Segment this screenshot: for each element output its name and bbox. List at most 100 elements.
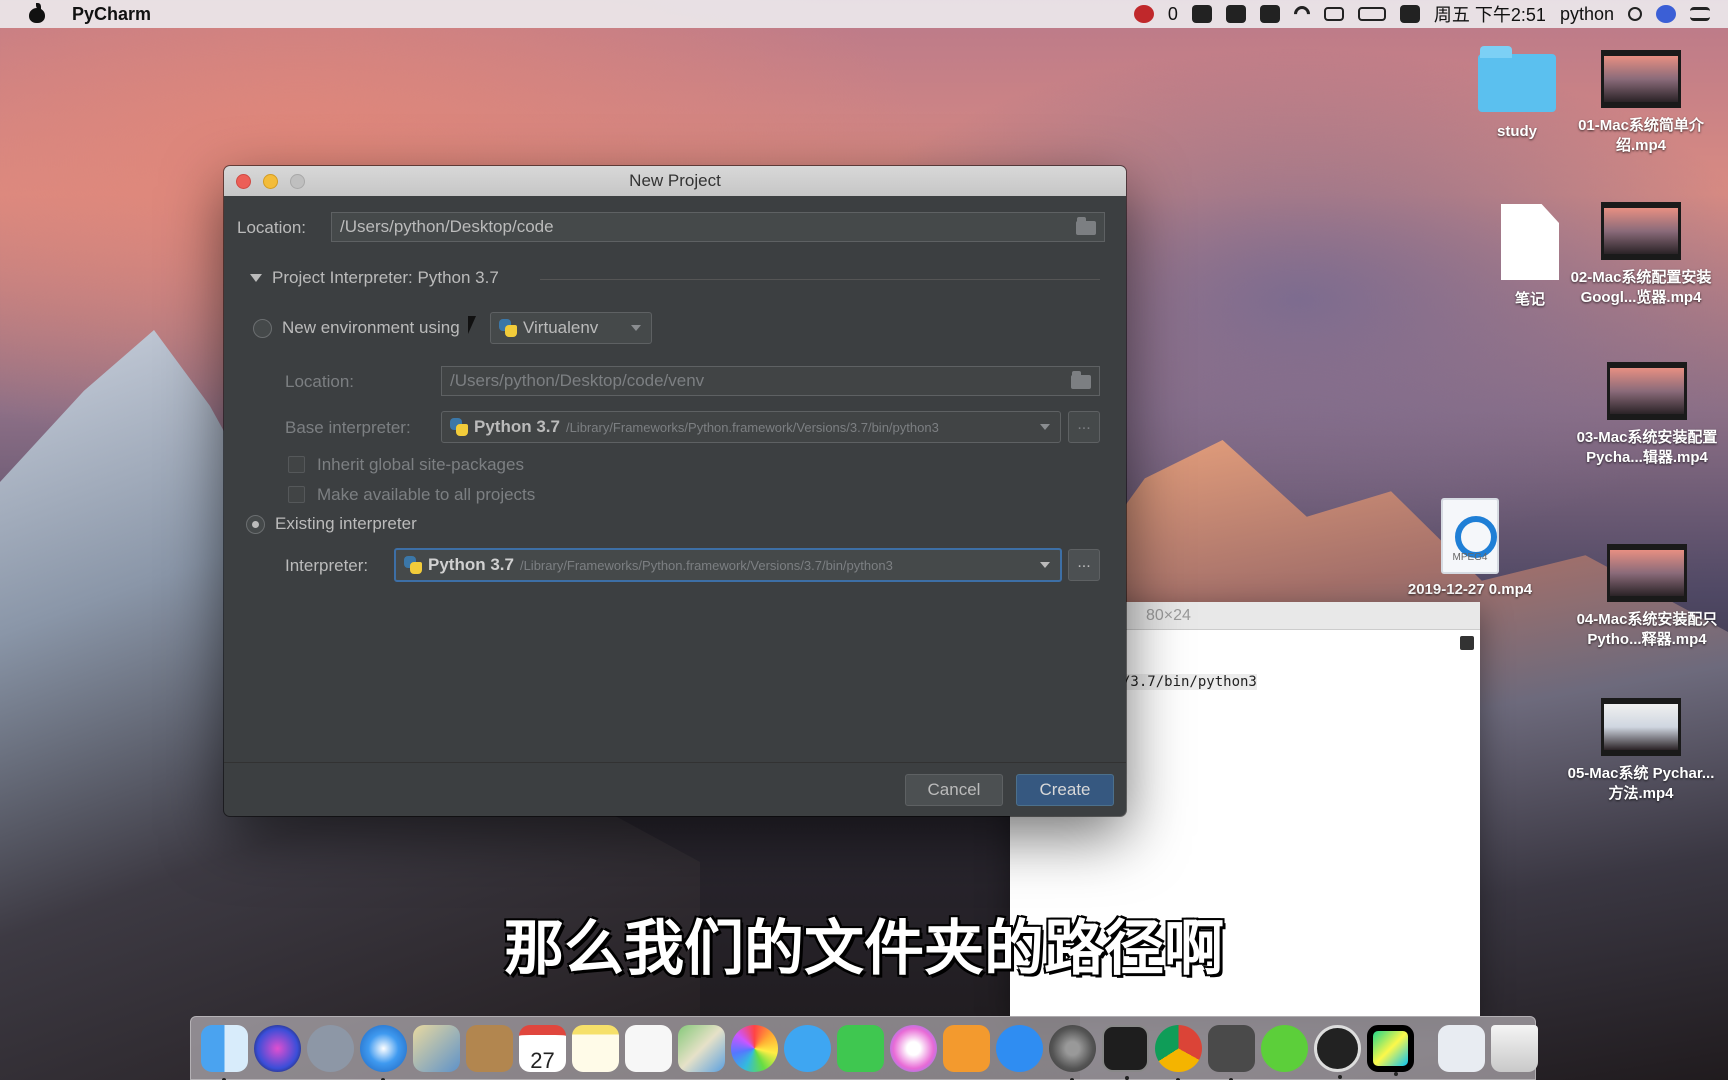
airplay-icon[interactable] <box>1324 7 1344 21</box>
downloads-stack-icon[interactable] <box>1438 1025 1485 1072</box>
new-project-dialog: New Project Location: /Users/python/Desk… <box>224 166 1126 816</box>
input-method-icon[interactable] <box>1260 5 1280 23</box>
preview-icon[interactable] <box>413 1025 460 1072</box>
messages-icon[interactable] <box>784 1025 831 1072</box>
user-name[interactable]: python <box>1560 4 1614 25</box>
sublime-status-icon[interactable] <box>1400 5 1420 23</box>
dialog-title: New Project <box>629 171 721 190</box>
status-app-icon-2[interactable] <box>1226 5 1246 23</box>
location-value: /Users/python/Desktop/code <box>340 217 554 236</box>
reminders-icon[interactable] <box>625 1025 672 1072</box>
footer-divider <box>224 762 1126 763</box>
battery-icon[interactable] <box>1358 7 1386 21</box>
apple-icon[interactable] <box>28 4 46 24</box>
notes-icon[interactable] <box>572 1025 619 1072</box>
calendar-icon[interactable]: 27 <box>519 1025 566 1072</box>
browse-folder-icon[interactable] <box>1076 221 1096 235</box>
new-environment-label: New environment using <box>282 318 460 338</box>
pycharm-icon[interactable] <box>1367 1025 1414 1072</box>
close-button[interactable] <box>236 174 251 189</box>
location-field[interactable]: /Users/python/Desktop/code <box>331 212 1105 242</box>
running-indicator <box>1394 1072 1398 1076</box>
video-thumbnail <box>1607 544 1687 602</box>
system-preferences-icon[interactable] <box>1049 1025 1096 1072</box>
menu-bar: PyCharm 0 周五 下午2:51 python <box>0 0 1728 28</box>
interpreter-label: Interpreter: <box>285 556 368 576</box>
make-available-checkbox[interactable] <box>288 486 305 503</box>
desktop-item-label: 03-Mac系统安装配置Pycha...辑器.mp4 <box>1572 428 1722 468</box>
desktop-item-label: 04-Mac系统安装配只Pytho...释器.mp4 <box>1572 610 1722 650</box>
create-button[interactable]: Create <box>1016 774 1114 806</box>
spotlight-search-icon[interactable] <box>1628 7 1642 21</box>
desktop-video-03[interactable]: 03-Mac系统安装配置Pycha...辑器.mp4 <box>1572 362 1722 468</box>
wifi-icon[interactable] <box>1291 3 1314 26</box>
interpreter-browse-button[interactable]: ... <box>1068 549 1100 581</box>
notification-center-icon[interactable] <box>1690 7 1710 21</box>
window-controls <box>236 174 305 189</box>
wechat-icon[interactable] <box>1261 1025 1308 1072</box>
photos-icon[interactable] <box>731 1025 778 1072</box>
section-divider <box>540 279 1100 280</box>
environment-tool-select[interactable]: Virtualenv <box>490 312 652 344</box>
new-environment-radio[interactable] <box>253 319 272 338</box>
finder-icon[interactable] <box>201 1025 248 1072</box>
desktop-video-05[interactable]: 05-Mac系统 Pychar...方法.mp4 <box>1566 698 1716 804</box>
maps-icon[interactable] <box>678 1025 725 1072</box>
mpeg-badge: MPEG4 <box>1443 548 1497 568</box>
document-icon <box>1501 204 1559 280</box>
python-icon <box>450 418 468 436</box>
inherit-packages-checkbox[interactable] <box>288 456 305 473</box>
section-title: Project Interpreter: Python 3.7 <box>272 268 499 288</box>
browse-folder-icon[interactable] <box>1071 375 1091 389</box>
terminal-scroll-icon[interactable] <box>1460 636 1474 650</box>
interpreter-section-toggle[interactable]: Project Interpreter: Python 3.7 <box>250 268 499 288</box>
record-icon[interactable] <box>1134 5 1154 23</box>
environment-tool-value: Virtualenv <box>523 318 598 338</box>
venv-location-label: Location: <box>285 372 354 392</box>
chrome-icon[interactable] <box>1155 1025 1202 1072</box>
existing-interpreter-radio[interactable] <box>246 515 265 534</box>
base-interpreter-browse-button[interactable]: ... <box>1068 411 1100 443</box>
folder-icon <box>1478 54 1556 112</box>
itunes-icon[interactable] <box>890 1025 937 1072</box>
mouse-cursor-icon <box>468 316 476 334</box>
interpreter-select[interactable]: Python 3.7 /Library/Frameworks/Python.fr… <box>394 548 1062 582</box>
mpeg-file-icon: MPEG4 <box>1441 498 1499 574</box>
dialog-titlebar[interactable]: New Project <box>224 166 1126 196</box>
sublime-text-icon[interactable] <box>1208 1025 1255 1072</box>
siri-icon[interactable] <box>254 1025 301 1072</box>
python-icon <box>404 556 422 574</box>
calendar-date: 27 <box>530 1048 554 1073</box>
desktop-video-04[interactable]: 04-Mac系统安装配只Pytho...释器.mp4 <box>1572 544 1722 650</box>
contacts-icon[interactable] <box>466 1025 513 1072</box>
obs-icon[interactable] <box>1314 1025 1361 1072</box>
app-store-icon[interactable] <box>996 1025 1043 1072</box>
launchpad-icon[interactable] <box>307 1025 354 1072</box>
virtualenv-icon <box>499 319 517 337</box>
desktop-video-01[interactable]: 01-Mac系统简单介绍.mp4 <box>1566 50 1716 156</box>
clock[interactable]: 周五 下午2:51 <box>1434 1 1546 27</box>
make-available-label: Make available to all projects <box>317 485 535 505</box>
venv-location-value: /Users/python/Desktop/code/venv <box>450 371 704 390</box>
safari-icon[interactable] <box>360 1025 407 1072</box>
ibooks-icon[interactable] <box>943 1025 990 1072</box>
base-interpreter-select[interactable]: Python 3.7 /Library/Frameworks/Python.fr… <box>441 411 1061 443</box>
facetime-icon[interactable] <box>837 1025 884 1072</box>
location-label: Location: <box>237 218 306 238</box>
desktop-item-label: 01-Mac系统简单介绍.mp4 <box>1566 116 1716 156</box>
desktop-video-mpeg[interactable]: MPEG4 2019-12-27 0.mp4 <box>1400 498 1540 600</box>
zoom-button[interactable] <box>290 174 305 189</box>
siri-icon[interactable] <box>1656 5 1676 23</box>
status-text: 0 <box>1168 4 1178 25</box>
venv-location-field[interactable]: /Users/python/Desktop/code/venv <box>441 366 1100 396</box>
minimize-button[interactable] <box>263 174 278 189</box>
app-menu-name[interactable]: PyCharm <box>72 4 151 25</box>
desktop-video-02[interactable]: 02-Mac系统配置安装Googl...览器.mp4 <box>1566 202 1716 308</box>
status-app-icon[interactable] <box>1192 5 1212 23</box>
running-indicator <box>1125 1076 1129 1080</box>
cancel-button[interactable]: Cancel <box>905 774 1003 806</box>
inherit-packages-label: Inherit global site-packages <box>317 455 524 475</box>
trash-icon[interactable] <box>1491 1025 1538 1072</box>
interpreter-name: Python 3.7 <box>428 555 514 575</box>
terminal-icon[interactable] <box>1102 1025 1149 1072</box>
